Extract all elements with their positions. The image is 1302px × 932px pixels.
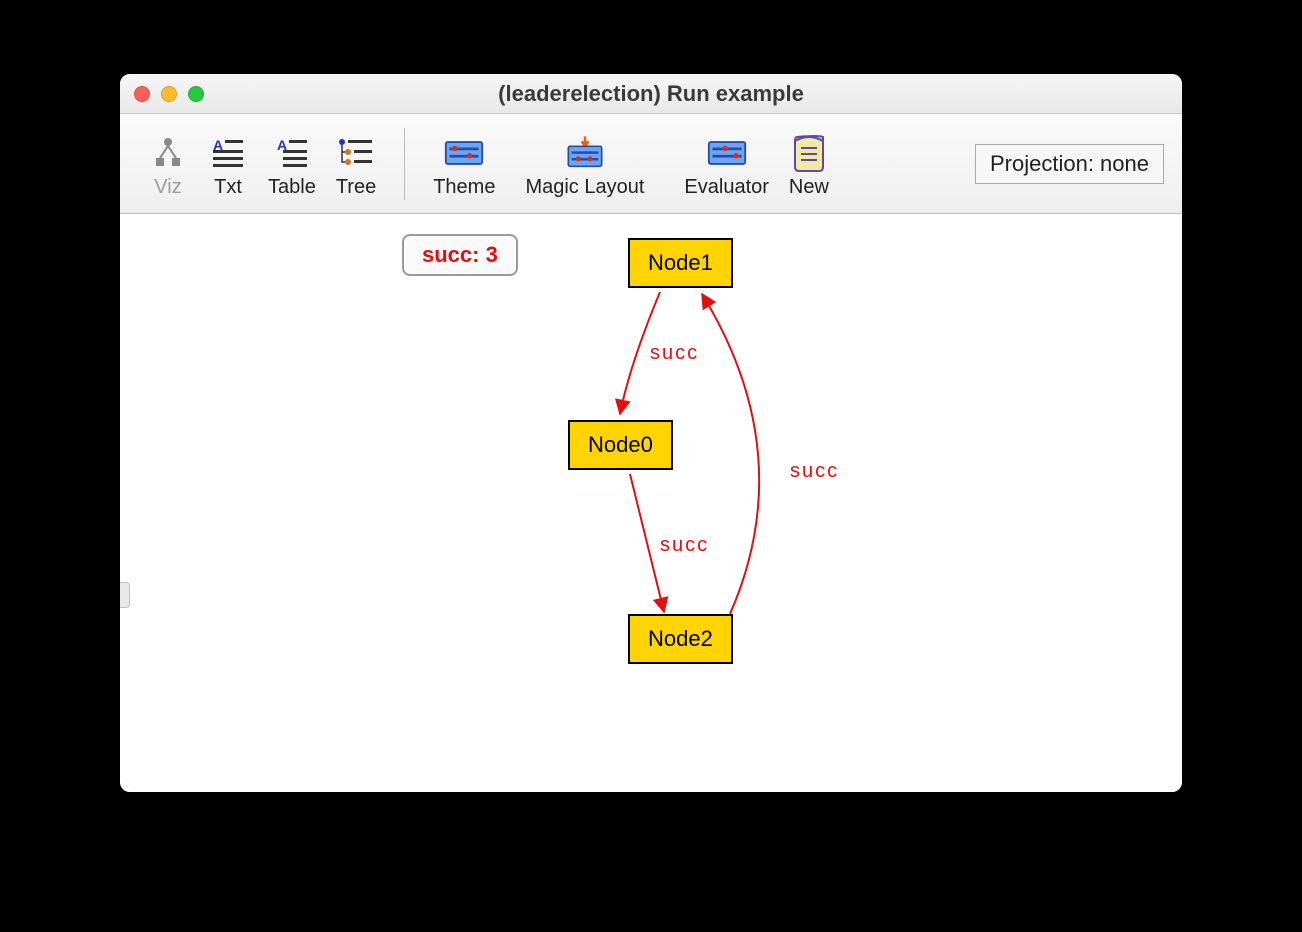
txt-label: Txt <box>214 176 242 199</box>
table-label: Table <box>268 176 316 199</box>
tree-icon <box>336 132 376 174</box>
new-icon <box>789 132 829 174</box>
edge-label-1: succ <box>650 342 699 365</box>
evaluator-icon <box>707 132 747 174</box>
layout-group: Theme Magic Layout <box>423 128 839 199</box>
titlebar: (leaderelection) Run example <box>120 74 1182 114</box>
magic-layout-icon <box>565 132 605 174</box>
txt-button[interactable]: A Txt <box>198 128 258 199</box>
legend-box: succ: 3 <box>402 234 518 276</box>
evaluator-button[interactable]: Evaluator <box>664 128 779 199</box>
close-icon[interactable] <box>134 86 150 102</box>
viz-button[interactable]: Viz <box>138 128 198 199</box>
app-window: (leaderelection) Run example Viz <box>120 74 1182 792</box>
table-icon: A <box>272 132 312 174</box>
zoom-icon[interactable] <box>188 86 204 102</box>
window-title: (leaderelection) Run example <box>120 81 1182 107</box>
side-panel-handle[interactable] <box>120 582 130 608</box>
edge-label-2: succ <box>660 534 709 557</box>
view-group: Viz A Txt A <box>138 128 386 199</box>
viz-label: Viz <box>154 176 181 199</box>
graph-node-node0[interactable]: Node0 <box>568 420 673 470</box>
graph-node-node1[interactable]: Node1 <box>628 238 733 288</box>
txt-icon: A <box>208 132 248 174</box>
evaluator-label: Evaluator <box>684 176 769 199</box>
edges-layer <box>120 214 1182 792</box>
magic-layout-label: Magic Layout <box>525 176 644 199</box>
toolbar-separator <box>404 128 405 200</box>
theme-label: Theme <box>433 176 495 199</box>
viz-icon <box>148 132 188 174</box>
edge-label-3: succ <box>790 460 839 483</box>
theme-icon <box>444 132 484 174</box>
viz-canvas[interactable]: succ: 3 Node1 Node0 Node2 succ succ succ <box>120 214 1182 792</box>
new-button[interactable]: New <box>779 128 839 199</box>
graph-node-node2[interactable]: Node2 <box>628 614 733 664</box>
tree-label: Tree <box>336 176 376 199</box>
window-controls <box>134 86 204 102</box>
magic-layout-button[interactable]: Magic Layout <box>505 128 664 199</box>
projection-selector[interactable]: Projection: none <box>975 144 1164 184</box>
tree-button[interactable]: Tree <box>326 128 386 199</box>
theme-button[interactable]: Theme <box>423 128 505 199</box>
new-label: New <box>789 176 829 199</box>
table-button[interactable]: A Table <box>258 128 326 199</box>
toolbar: Viz A Txt A <box>120 114 1182 214</box>
minimize-icon[interactable] <box>161 86 177 102</box>
